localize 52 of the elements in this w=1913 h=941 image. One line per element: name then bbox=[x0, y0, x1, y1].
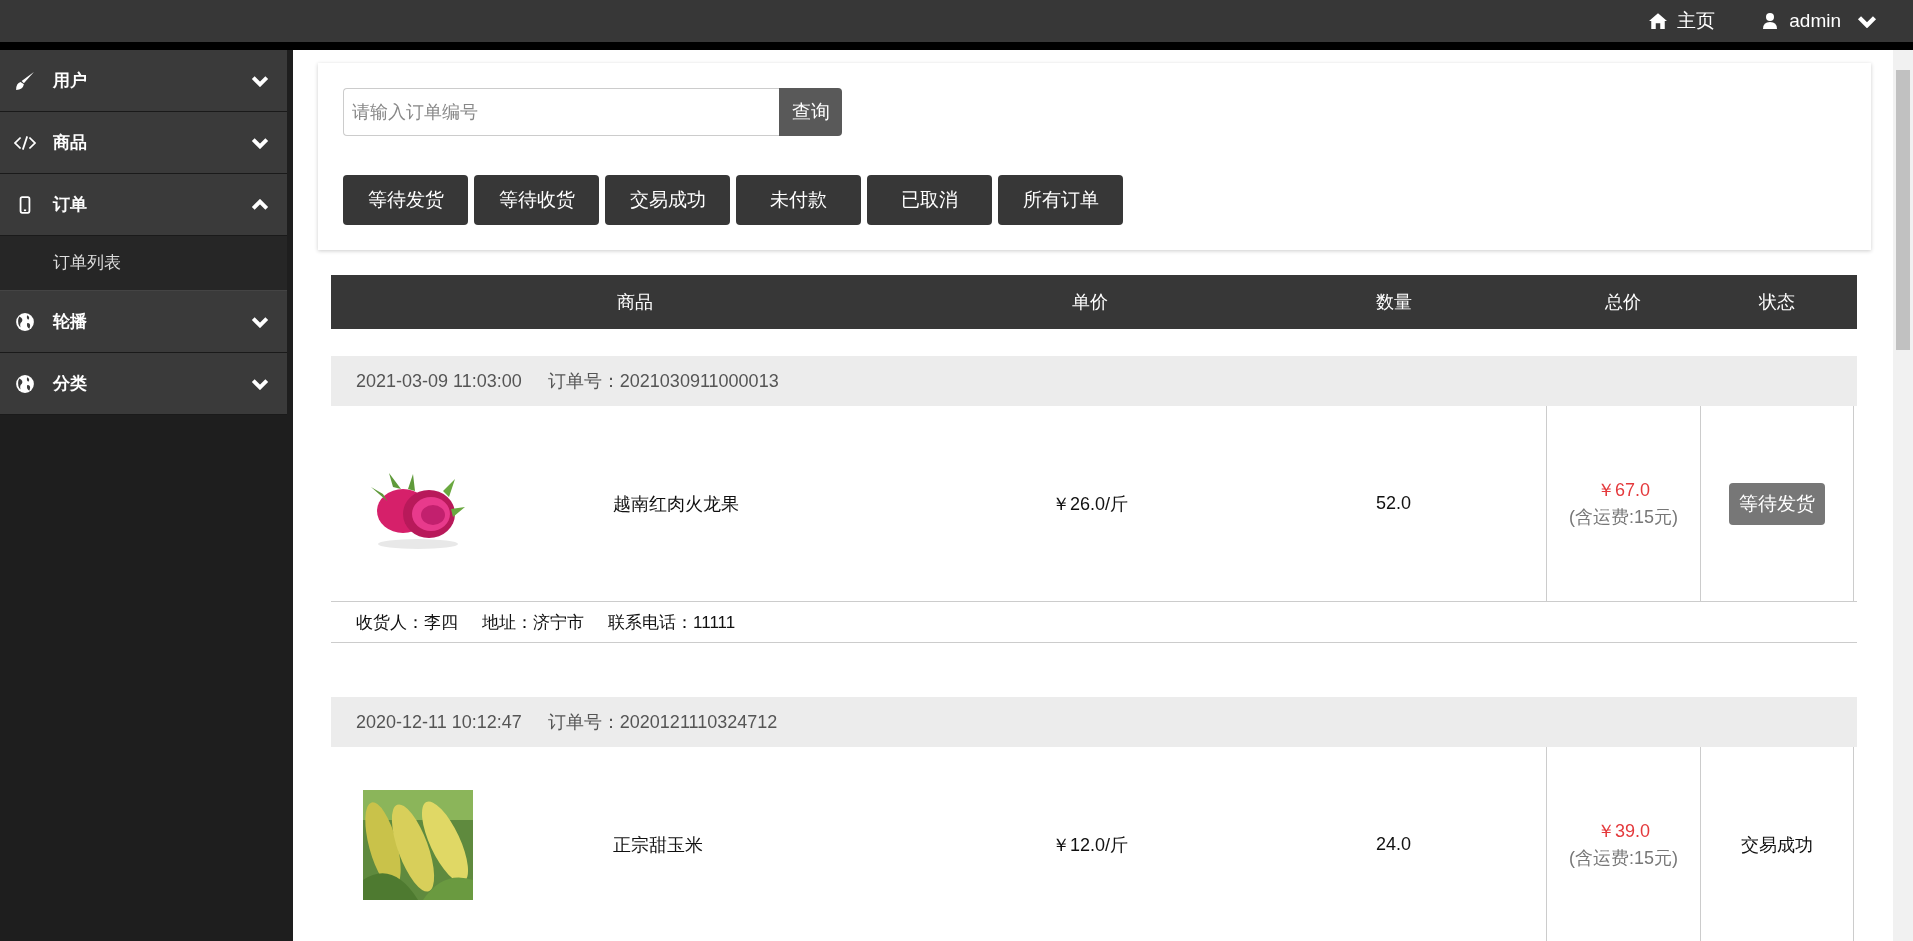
search-button[interactable]: 查询 bbox=[779, 88, 842, 136]
chevron-down-icon bbox=[251, 136, 269, 149]
product-name: 越南红肉火龙果 bbox=[613, 492, 739, 516]
filter-button[interactable]: 已取消 bbox=[867, 175, 992, 225]
total-price: ￥67.0 bbox=[1596, 479, 1650, 502]
order-number: 订单号：2021030911000013 bbox=[547, 370, 779, 393]
status-button[interactable]: 等待发货 bbox=[1729, 482, 1825, 525]
shipping-note: (含运费:15元) bbox=[1569, 506, 1678, 529]
sidebar-subitem[interactable]: 订单列表 bbox=[0, 236, 287, 291]
product-name: 正宗甜玉米 bbox=[613, 833, 703, 857]
order-number: 订单号：2020121110324712 bbox=[547, 711, 778, 734]
filter-button[interactable]: 等待发货 bbox=[343, 175, 468, 225]
order-status: 交易成功 bbox=[1741, 833, 1813, 857]
column-header: 单价 bbox=[1071, 291, 1109, 314]
chevron-up-icon bbox=[251, 198, 269, 211]
column-header: 状态 bbox=[1758, 291, 1796, 314]
address: 地址：济宁市 bbox=[482, 611, 584, 634]
unit-price: ￥12.0/斤 bbox=[1051, 833, 1128, 857]
column-header: 商品 bbox=[616, 291, 654, 314]
receiver: 收货人：李四 bbox=[356, 611, 458, 634]
phone: 联系电话：11111 bbox=[608, 611, 736, 634]
chevron-down-icon bbox=[251, 315, 269, 328]
search-field[interactable]: 请输入订单编号 bbox=[343, 88, 779, 136]
chevron-down-icon bbox=[251, 377, 269, 390]
filter-button[interactable]: 未付款 bbox=[736, 175, 861, 225]
home-icon bbox=[1649, 13, 1668, 29]
globe-icon bbox=[14, 373, 36, 394]
order-time: 2020-12-11 10:12:47 bbox=[356, 711, 522, 733]
home-link[interactable]: 主页 bbox=[1649, 8, 1716, 34]
filter-button[interactable]: 等待收货 bbox=[474, 175, 599, 225]
quantity: 24.0 bbox=[1375, 834, 1411, 855]
sidebar-item[interactable]: 商品 bbox=[0, 112, 287, 174]
sidebar-item[interactable]: 分类 bbox=[0, 353, 287, 415]
filter-button[interactable]: 所有订单 bbox=[998, 175, 1123, 225]
scrollbar[interactable] bbox=[1893, 50, 1913, 941]
globe-icon bbox=[14, 311, 36, 332]
user-icon bbox=[1761, 13, 1780, 29]
column-header: 数量 bbox=[1374, 291, 1413, 314]
user-menu[interactable]: admin bbox=[1761, 10, 1877, 32]
sidebar-item[interactable]: 用户 bbox=[0, 50, 287, 112]
column-header: 总价 bbox=[1604, 291, 1642, 314]
filter-button[interactable]: 交易成功 bbox=[605, 175, 730, 225]
order-time: 2021-03-09 11:03:00 bbox=[356, 370, 522, 392]
chevron-down-icon bbox=[251, 74, 269, 87]
shipping-note: (含运费:15元) bbox=[1569, 847, 1678, 870]
quantity: 52.0 bbox=[1375, 493, 1411, 514]
brush-icon bbox=[14, 70, 36, 91]
unit-price: ￥26.0/斤 bbox=[1051, 492, 1128, 516]
sidebar-item[interactable]: 轮播 bbox=[0, 291, 287, 353]
scroll-thumb[interactable] bbox=[1896, 70, 1910, 350]
chevron-down-icon bbox=[1857, 14, 1877, 28]
total-price: ￥39.0 bbox=[1596, 820, 1650, 843]
